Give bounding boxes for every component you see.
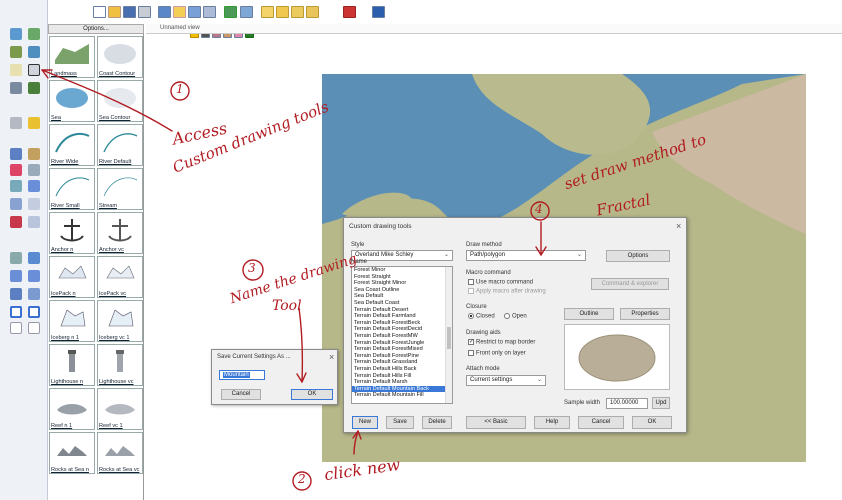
annotation-step3-number: 3 <box>248 261 256 275</box>
arrow-to-custom-drawing-tools <box>41 69 173 132</box>
annotation-step4-number: 4 <box>535 202 543 216</box>
arrow-to-save-ok <box>298 307 304 383</box>
annotation-strokes <box>41 69 550 491</box>
annotation-step1-number: 1 <box>176 82 184 96</box>
annotation-step2-number: 2 <box>298 472 306 486</box>
annotation-step3-line2: Tool <box>272 298 302 314</box>
